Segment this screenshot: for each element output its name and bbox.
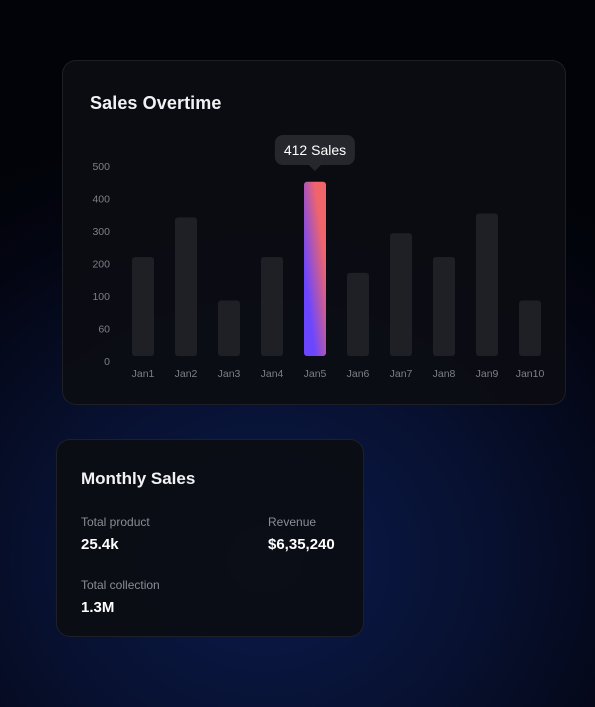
bar[interactable] (347, 272, 369, 356)
sales-overtime-card: Sales Overtime 0 60 100 200 300 400 500 Jan1 Jan… (62, 60, 566, 405)
x-tick-label: Jan1 (132, 368, 155, 380)
y-tick-label: 200 (92, 259, 110, 271)
monthly-sales-card: Monthly Sales Total product 25.4k Revenu… (56, 439, 364, 637)
total-product-value: 25.4k (81, 536, 119, 553)
sales-bar-chart: 0 60 100 200 300 400 500 Jan1 Jan2 Jan3 Jan4 Jan5 Ja… (92, 161, 545, 380)
x-tick-label: Jan3 (218, 368, 241, 380)
bar[interactable] (261, 257, 283, 356)
x-tick-label: Jan5 (304, 368, 327, 380)
y-tick-label: 400 (92, 194, 110, 206)
x-tick-label: Jan10 (516, 368, 545, 380)
y-tick-label: 300 (92, 226, 110, 238)
bar[interactable] (519, 300, 541, 356)
bar-highlighted[interactable] (304, 181, 326, 356)
bar[interactable] (476, 213, 498, 356)
y-tick-label: 0 (104, 356, 110, 368)
bar[interactable] (175, 217, 197, 356)
y-tick-label: 60 (98, 324, 110, 336)
x-tick-label: Jan7 (390, 368, 413, 380)
bar-tooltip: 412 Sales (274, 134, 356, 171)
revenue-label: Revenue (268, 515, 317, 529)
total-collection-value: 1.3M (81, 599, 115, 616)
x-tick-label: Jan2 (175, 368, 198, 380)
total-product-label: Total product (81, 515, 150, 529)
total-collection-label: Total collection (81, 578, 160, 592)
bar[interactable] (433, 257, 455, 356)
x-tick-label: Jan8 (433, 368, 456, 380)
x-tick-label: Jan9 (476, 368, 499, 380)
x-tick-label: Jan6 (347, 368, 370, 380)
monthly-sales-title: Monthly Sales (81, 469, 196, 488)
y-tick-label: 100 (92, 291, 110, 303)
y-tick-label: 500 (92, 161, 110, 173)
revenue-value: $6,35,240 (268, 536, 335, 553)
bar[interactable] (390, 233, 412, 356)
bar[interactable] (218, 300, 240, 356)
bar[interactable] (132, 257, 154, 356)
x-tick-label: Jan4 (261, 368, 284, 380)
